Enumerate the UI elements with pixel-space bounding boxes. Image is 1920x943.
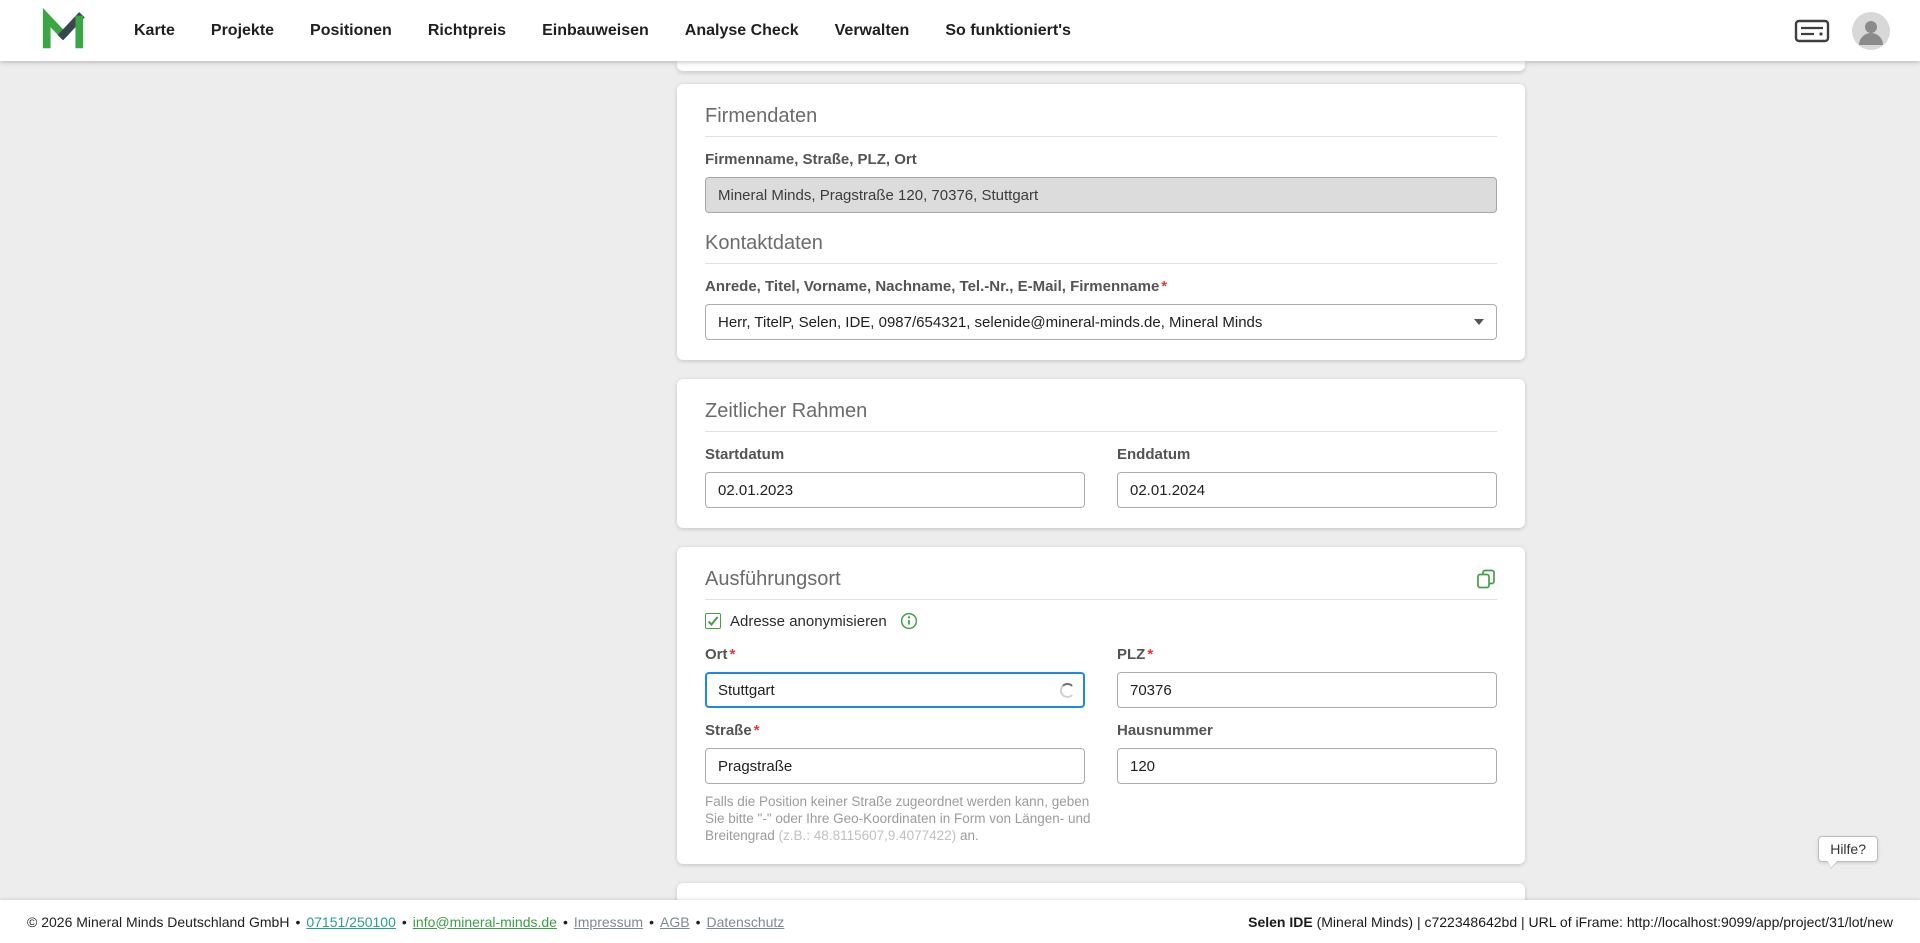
- strasse-label: Straße *: [705, 722, 1085, 740]
- nav-positionen[interactable]: Positionen: [310, 22, 392, 40]
- copyright-text: © 2026 Mineral Minds Deutschland GmbH: [27, 913, 290, 930]
- footer-separator: •: [695, 913, 701, 930]
- strasse-input[interactable]: [705, 748, 1085, 784]
- contact-label: Anrede, Titel, Vorname, Nachname, Tel.-N…: [705, 278, 1497, 296]
- company-summary-label-text: Firmenname, Straße, PLZ, Ort: [705, 151, 917, 168]
- firmendaten-title: Firmendaten: [705, 105, 818, 127]
- hausnummer-input[interactable]: [1117, 748, 1497, 784]
- copy-icon[interactable]: [1475, 568, 1497, 590]
- impressum-link[interactable]: Impressum: [574, 914, 643, 930]
- debug-user: Selen IDE: [1248, 913, 1313, 930]
- divider: [705, 263, 1497, 264]
- nav-so-funktionierts[interactable]: So funktioniert's: [945, 22, 1071, 40]
- nav-links: Karte Projekte Positionen Richtpreis Ein…: [134, 22, 1071, 40]
- startdatum-label: Startdatum: [705, 446, 785, 463]
- ausfuehrungsort-title: Ausführungsort: [705, 568, 841, 590]
- company-summary-input: [705, 177, 1497, 213]
- divider: [705, 599, 1497, 600]
- check-icon: [707, 616, 719, 626]
- ort-label: Ort *: [705, 646, 1085, 664]
- anonymize-checkbox-row[interactable]: Adresse anonymisieren: [705, 612, 1497, 630]
- ort-input[interactable]: [705, 672, 1085, 708]
- debug-info: Selen IDE (Mineral Minds) | c722348642bd…: [1248, 914, 1893, 930]
- required-asterisk: *: [753, 722, 760, 739]
- card-firmendaten: Firmendaten Firmenname, Straße, PLZ, Ort…: [677, 84, 1525, 360]
- contact-label-text: Anrede, Titel, Vorname, Nachname, Tel.-N…: [705, 278, 1160, 295]
- divider: [705, 136, 1497, 137]
- card-partial-bottom: [677, 883, 1525, 900]
- footer-separator: •: [295, 913, 301, 930]
- nav-analyse-check[interactable]: Analyse Check: [685, 22, 799, 40]
- hint-suffix: an.: [956, 828, 979, 843]
- help-button[interactable]: Hilfe?: [1818, 836, 1878, 862]
- kontaktdaten-title: Kontaktdaten: [705, 232, 823, 254]
- nav-einbauweisen[interactable]: Einbauweisen: [542, 22, 649, 40]
- loading-spinner-icon: [1060, 683, 1075, 698]
- enddatum-input[interactable]: [1117, 472, 1497, 508]
- required-asterisk: *: [1147, 646, 1154, 663]
- footer: © 2026 Mineral Minds Deutschland GmbH • …: [0, 900, 1920, 943]
- user-icon: [1852, 11, 1890, 50]
- hausnummer-label: Hausnummer: [1117, 722, 1213, 739]
- anonymize-checkbox[interactable]: [705, 613, 721, 629]
- strasse-label-text: Straße: [705, 722, 752, 739]
- card-ausfuehrungsort: Ausführungsort Adresse anonymisieren Ort…: [677, 547, 1525, 864]
- hint-coordinates-example: (z.B.: 48.8115607,9.4077422): [778, 828, 957, 843]
- nav-karte[interactable]: Karte: [134, 22, 175, 40]
- card-zeitlicher-rahmen: Zeitlicher Rahmen Startdatum Enddatum: [677, 379, 1525, 528]
- plz-input[interactable]: [1117, 672, 1497, 708]
- required-asterisk: *: [729, 646, 736, 663]
- street-hint-text: Falls die Position keiner Straße zugeord…: [705, 793, 1105, 844]
- zeitraum-title: Zeitlicher Rahmen: [705, 400, 868, 422]
- nav-projekte[interactable]: Projekte: [211, 22, 274, 40]
- nav-verwalten[interactable]: Verwalten: [835, 22, 910, 40]
- m-logo-icon: [42, 7, 85, 48]
- email-link[interactable]: info@mineral-minds.de: [413, 914, 557, 930]
- phone-link[interactable]: 07151/250100: [306, 914, 396, 930]
- contact-select[interactable]: Herr, TitelP, Selen, IDE, 0987/654321, s…: [705, 304, 1497, 340]
- footer-separator: •: [649, 913, 654, 930]
- contact-select-value: Herr, TitelP, Selen, IDE, 0987/654321, s…: [718, 313, 1263, 331]
- ort-label-text: Ort: [705, 646, 728, 663]
- company-summary-label: Firmenname, Straße, PLZ, Ort: [705, 151, 1497, 169]
- plz-label-text: PLZ: [1117, 646, 1146, 663]
- datenschutz-link[interactable]: Datenschutz: [706, 914, 784, 930]
- nav-richtpreis[interactable]: Richtpreis: [428, 22, 506, 40]
- app-logo[interactable]: [40, 7, 86, 54]
- avatar[interactable]: [1852, 11, 1890, 50]
- card-partial-top: [677, 61, 1525, 71]
- plz-label: PLZ *: [1117, 646, 1497, 664]
- server-icon[interactable]: [1794, 18, 1830, 44]
- required-asterisk: *: [1161, 278, 1168, 295]
- debug-details: (Mineral Minds) | c722348642bd | URL of …: [1312, 913, 1893, 930]
- enddatum-label: Enddatum: [1117, 446, 1191, 463]
- footer-separator: •: [562, 913, 568, 930]
- anonymize-label: Adresse anonymisieren: [730, 612, 887, 630]
- startdatum-input[interactable]: [705, 472, 1085, 508]
- agb-link[interactable]: AGB: [660, 914, 690, 930]
- content-area: Firmendaten Firmenname, Straße, PLZ, Ort…: [0, 61, 1920, 900]
- footer-separator: •: [401, 913, 407, 930]
- chevron-down-icon: [1474, 319, 1484, 325]
- top-nav: Karte Projekte Positionen Richtpreis Ein…: [0, 0, 1920, 61]
- info-icon[interactable]: [900, 612, 918, 630]
